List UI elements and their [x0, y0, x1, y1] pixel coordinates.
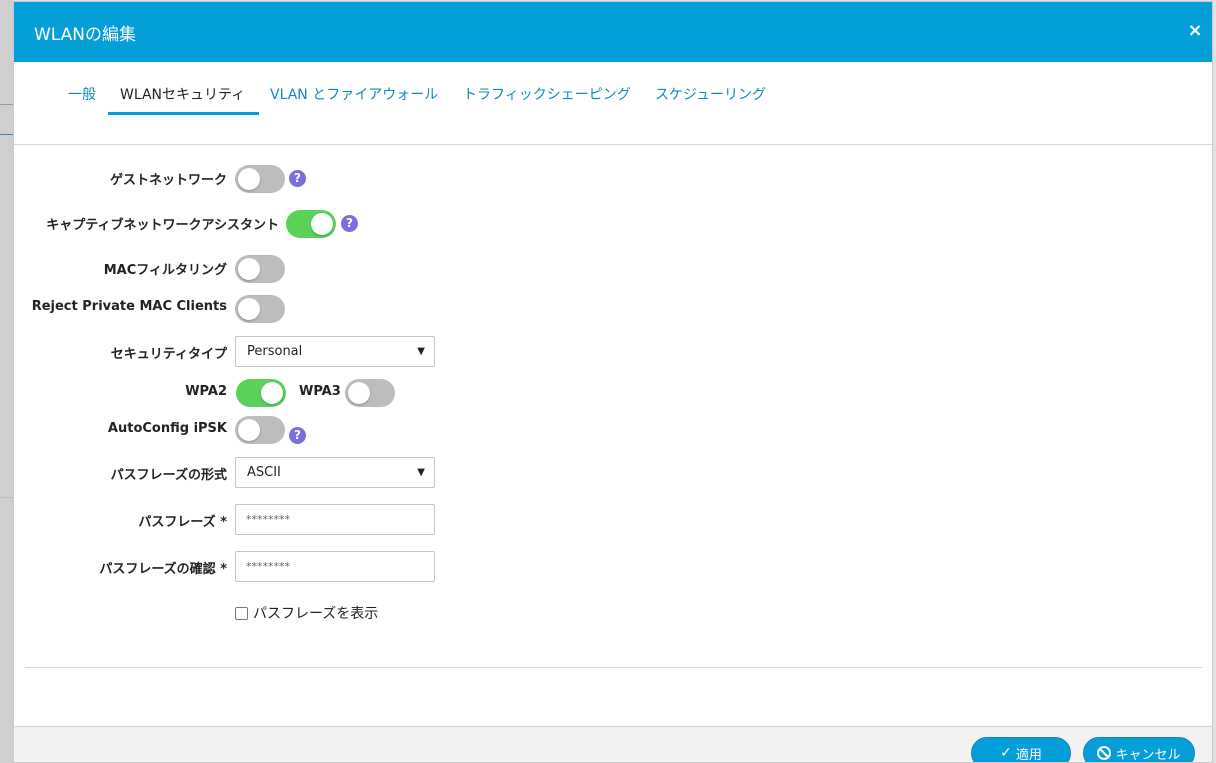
- mac-filtering-label: MACフィルタリング: [103, 263, 227, 278]
- help-icon[interactable]: ?: [341, 215, 358, 232]
- wpa2-label: WPA2: [185, 384, 227, 399]
- tab-bar: 一般 WLANセキュリティ VLAN とファイアウォール トラフィックシェーピン…: [14, 62, 1212, 145]
- tab-wlan-security[interactable]: WLANセキュリティ: [120, 84, 245, 114]
- toggle-knob: [261, 382, 283, 404]
- cancel-label: キャンセル: [1115, 747, 1181, 763]
- passphrase-format-select[interactable]: ASCII ▼: [235, 457, 435, 488]
- background-accent-line: [0, 134, 13, 135]
- apply-label: 適用: [1015, 747, 1042, 763]
- security-type-label: セキュリティタイプ: [110, 347, 227, 362]
- guest-network-label: ゲストネットワーク: [109, 173, 227, 188]
- wpa3-toggle[interactable]: [345, 379, 395, 407]
- caret-down-icon: ▼: [417, 346, 425, 357]
- background-divider: [0, 497, 13, 498]
- passphrase-format-label: パスフレーズの形式: [110, 468, 227, 483]
- captive-assistant-label: キャプティブネットワークアシスタント: [46, 218, 279, 233]
- cancel-button[interactable]: キャンセル: [1083, 737, 1195, 763]
- caret-down-icon: ▼: [417, 467, 425, 478]
- wpa2-toggle[interactable]: [236, 379, 286, 407]
- toggle-knob: [238, 419, 260, 441]
- close-button[interactable]: ×: [1184, 20, 1206, 42]
- help-icon[interactable]: ?: [289, 427, 306, 444]
- dialog-footer: ✓ 適用 キャンセル: [14, 726, 1212, 763]
- active-tab-indicator: [108, 112, 259, 115]
- passphrase-format-value: ASCII: [247, 465, 281, 480]
- autoconfig-ipsk-label: AutoConfig iPSK: [107, 421, 227, 436]
- toggle-knob: [238, 298, 260, 320]
- help-icon[interactable]: ?: [289, 170, 306, 187]
- show-passphrase-checkbox[interactable]: パスフレーズを表示: [235, 603, 378, 623]
- tab-traffic-shaping[interactable]: トラフィックシェーピング: [463, 84, 631, 114]
- background-divider: [0, 104, 13, 105]
- mac-filtering-toggle[interactable]: [235, 255, 285, 283]
- apply-button[interactable]: ✓ 適用: [971, 737, 1071, 763]
- checkmark-icon: ✓: [1000, 745, 1012, 761]
- autoconfig-ipsk-toggle[interactable]: [235, 416, 285, 444]
- passphrase-label: パスフレーズ *: [138, 515, 227, 530]
- toggle-knob: [238, 258, 260, 280]
- captive-assistant-toggle[interactable]: [286, 210, 336, 238]
- dialog-header: WLANの編集 ×: [14, 2, 1212, 62]
- reject-private-mac-label: Reject Private MAC Clients: [31, 299, 227, 314]
- tab-general[interactable]: 一般: [68, 84, 96, 114]
- security-type-select[interactable]: Personal ▼: [235, 336, 435, 367]
- toggle-knob: [348, 382, 370, 404]
- passphrase-confirm-label: パスフレーズの確認 *: [99, 562, 227, 577]
- passphrase-confirm-input[interactable]: [235, 551, 435, 582]
- ban-icon: [1097, 746, 1112, 760]
- checkbox-box[interactable]: [235, 606, 248, 620]
- show-passphrase-label: パスフレーズを表示: [253, 606, 379, 622]
- passphrase-input[interactable]: [235, 504, 435, 535]
- tab-scheduling[interactable]: スケジューリング: [655, 84, 766, 114]
- toggle-knob: [238, 168, 260, 190]
- wpa3-label: WPA3: [299, 384, 341, 399]
- tab-vlan-firewall[interactable]: VLAN とファイアウォール: [270, 84, 438, 114]
- toggle-knob: [311, 213, 333, 235]
- edit-wlan-dialog: WLANの編集 × 一般 WLANセキュリティ VLAN とファイアウォール ト…: [13, 1, 1213, 763]
- guest-network-toggle[interactable]: [235, 165, 285, 193]
- form-divider: [25, 667, 1202, 668]
- security-type-value: Personal: [247, 344, 303, 359]
- dialog-title: WLANの編集: [34, 24, 137, 45]
- background-strip: [0, 0, 13, 763]
- reject-private-mac-toggle[interactable]: [235, 295, 285, 323]
